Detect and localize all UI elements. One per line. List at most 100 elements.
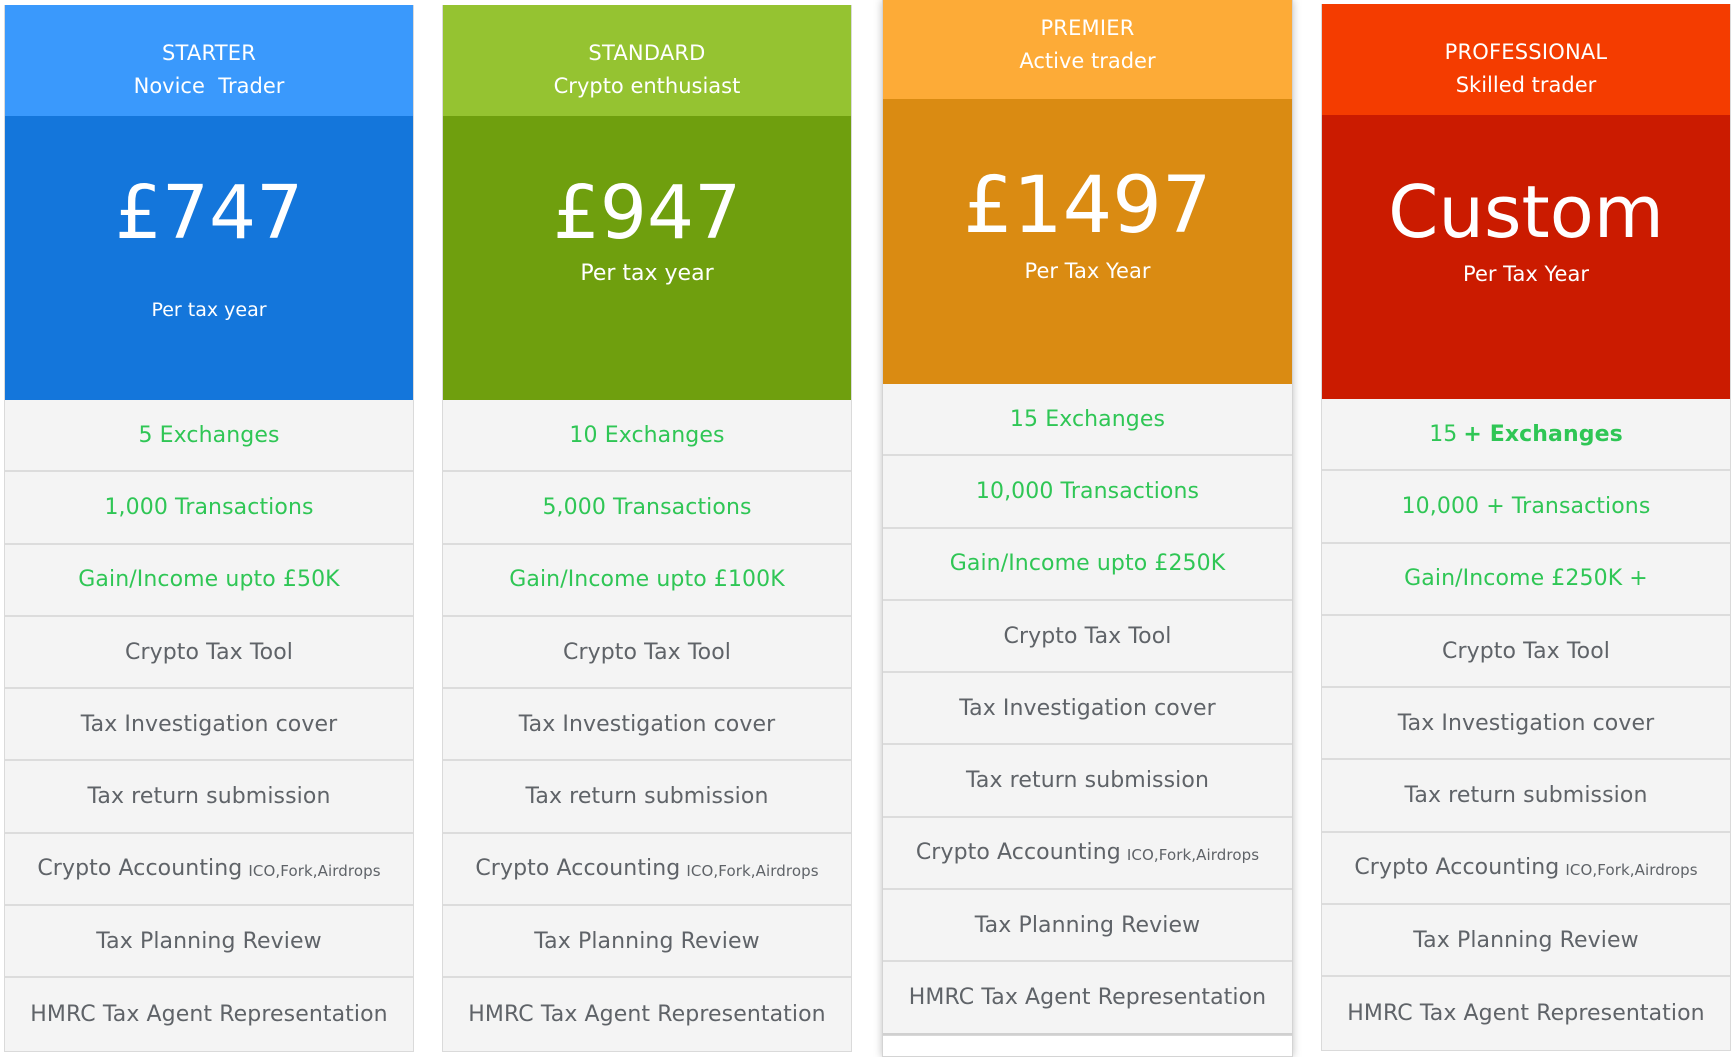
feature-list: 15 Exchanges 10,000 Transactions Gain/Inco… xyxy=(883,384,1292,1035)
feature-text: 10,000 Transactions xyxy=(975,478,1200,504)
plan-price: £747 xyxy=(114,170,304,256)
feature-row: Crypto Tax Tool xyxy=(883,601,1292,674)
feature-text: HMRC Tax Agent Representation xyxy=(468,1002,826,1028)
plan-header: STARTER Novice Trader xyxy=(5,5,413,116)
feature-text: Tax Planning Review xyxy=(534,928,760,954)
feature-note: ICO,Fork,Airdrops xyxy=(686,861,819,880)
feature-text: Gain/Income upto £250K xyxy=(949,551,1226,577)
plan-price-block: £1497 Per Tax Year xyxy=(883,99,1292,384)
feature-row: 5,000 Transactions xyxy=(443,472,851,545)
feature-text: Tax return submission xyxy=(1404,783,1648,809)
plan-card-professional: PROFESSIONAL Skilled trader Custom Per T… xyxy=(1321,4,1731,1051)
feature-text: Gain/Income upto £100K xyxy=(509,567,785,593)
feature-text: Crypto Tax Tool xyxy=(125,639,293,665)
feature-row: Tax Planning Review xyxy=(5,906,413,979)
feature-text: 5 Exchanges xyxy=(138,422,280,448)
plan-period: Per tax year xyxy=(151,299,267,321)
feature-row: Tax Investigation cover xyxy=(1322,688,1730,761)
feature-row: 10 Exchanges xyxy=(443,400,851,473)
feature-text-bold: + Exchanges xyxy=(1463,421,1623,447)
feature-row: Tax return submission xyxy=(443,761,851,834)
feature-row: Tax Investigation cover xyxy=(443,689,851,762)
feature-text: 1,000 Transactions xyxy=(104,494,314,520)
feature-list: 15 + Exchanges 10,000 + Transactions Gain/I… xyxy=(1322,399,1730,1050)
feature-text: Crypto Tax Tool xyxy=(1442,638,1610,664)
feature-row: Tax return submission xyxy=(1322,760,1730,833)
plan-card-premier: PREMIER Active trader £1497 Per Tax Year… xyxy=(882,0,1293,1057)
feature-row: Tax return submission xyxy=(5,761,413,834)
feature-row: Crypto Accounting ICO,Fork,Airdrops xyxy=(5,834,413,907)
plan-tier: STANDARD xyxy=(588,41,706,65)
feature-row: Crypto Tax Tool xyxy=(443,617,851,690)
feature-row: Tax Planning Review xyxy=(443,906,851,979)
plan-period: Per tax year xyxy=(580,261,714,286)
feature-list: 10 Exchanges 5,000 Transactions Gain/Incom… xyxy=(443,400,851,1051)
feature-text: Crypto Accounting xyxy=(915,840,1121,866)
plan-header: PROFESSIONAL Skilled trader xyxy=(1322,4,1730,115)
feature-row: Tax Investigation cover xyxy=(883,673,1292,746)
feature-text: HMRC Tax Agent Representation xyxy=(908,985,1267,1011)
feature-text: Crypto Accounting xyxy=(475,856,681,882)
feature-row: HMRC Tax Agent Representation xyxy=(443,978,851,1050)
feature-text: Tax return submission xyxy=(87,784,331,810)
feature-text: Crypto Tax Tool xyxy=(563,639,731,665)
feature-row: 15 + Exchanges xyxy=(1322,399,1730,472)
plan-card-standard: STANDARD Crypto enthusiast £947 Per tax … xyxy=(442,5,852,1052)
plan-subtitle: Novice Trader xyxy=(133,74,285,98)
feature-text: 10 Exchanges xyxy=(569,422,725,448)
feature-text: 15 xyxy=(1429,421,1458,447)
feature-text: 10,000 + Transactions xyxy=(1401,493,1651,519)
plan-subtitle: Crypto enthusiast xyxy=(553,74,741,98)
plan-subtitle: Skilled trader xyxy=(1455,73,1597,97)
feature-text: 15 Exchanges xyxy=(1009,406,1166,432)
feature-row: Gain/Income upto £250K xyxy=(883,529,1292,601)
feature-row: Crypto Tax Tool xyxy=(5,617,413,690)
feature-row: Tax Planning Review xyxy=(883,890,1292,963)
feature-note: ICO,Fork,Airdrops xyxy=(1126,845,1260,864)
feature-note: ICO,Fork,Airdrops xyxy=(1565,860,1698,879)
cta-row-partial xyxy=(883,1034,1292,1056)
feature-note: ICO,Fork,Airdrops xyxy=(248,861,381,880)
feature-text: Crypto Accounting xyxy=(1354,855,1560,881)
plan-tier: STARTER xyxy=(161,41,257,65)
feature-row: Gain/Income upto £100K xyxy=(443,545,851,617)
plan-price: £947 xyxy=(552,170,742,256)
plan-subtitle: Active trader xyxy=(1019,49,1156,73)
feature-row: HMRC Tax Agent Representation xyxy=(5,978,413,1050)
feature-row: Tax Planning Review xyxy=(1322,905,1730,978)
plan-header: STANDARD Crypto enthusiast xyxy=(443,5,851,116)
feature-row: 1,000 Transactions xyxy=(5,472,413,545)
feature-text: Tax Planning Review xyxy=(96,928,322,954)
feature-text: Gain/Income £250K + xyxy=(1404,566,1648,592)
feature-row: Crypto Accounting ICO,Fork,Airdrops xyxy=(883,818,1292,891)
plan-price-block: £947 Per tax year xyxy=(443,116,851,400)
feature-text: Crypto Tax Tool xyxy=(1003,623,1172,649)
feature-text: Crypto Accounting xyxy=(37,856,243,882)
feature-row: 15 Exchanges xyxy=(883,384,1292,457)
feature-row: Gain/Income upto £50K xyxy=(5,545,413,617)
feature-text: Tax Investigation cover xyxy=(959,695,1216,721)
feature-row: Crypto Tax Tool xyxy=(1322,616,1730,689)
feature-text: Tax Investigation cover xyxy=(1397,710,1655,736)
feature-row: HMRC Tax Agent Representation xyxy=(1322,977,1730,1049)
plan-price-block: £747 Per tax year xyxy=(5,116,413,400)
feature-text: Gain/Income upto £50K xyxy=(78,567,340,593)
plan-price: Custom xyxy=(1388,170,1664,254)
feature-text: HMRC Tax Agent Representation xyxy=(30,1002,388,1028)
feature-text: Tax Planning Review xyxy=(1413,927,1639,953)
plan-card-starter: STARTER Novice Trader £747 Per tax year … xyxy=(4,5,414,1052)
plan-period: Per Tax Year xyxy=(1024,259,1151,283)
feature-text: Tax Investigation cover xyxy=(80,711,338,737)
plan-price: £1497 xyxy=(963,161,1212,251)
plan-tier: PROFESSIONAL xyxy=(1444,40,1608,64)
feature-row: HMRC Tax Agent Representation xyxy=(883,962,1292,1035)
feature-row: Crypto Accounting ICO,Fork,Airdrops xyxy=(443,834,851,907)
feature-row: 10,000 + Transactions xyxy=(1322,471,1730,544)
plan-price-block: Custom Per Tax Year xyxy=(1322,115,1730,399)
feature-row: 10,000 Transactions xyxy=(883,456,1292,529)
feature-row: Tax return submission xyxy=(883,745,1292,818)
feature-row: Crypto Accounting ICO,Fork,Airdrops xyxy=(1322,833,1730,906)
plan-period: Per Tax Year xyxy=(1463,262,1589,286)
feature-text: Tax Investigation cover xyxy=(518,711,776,737)
feature-row: 5 Exchanges xyxy=(5,400,413,473)
